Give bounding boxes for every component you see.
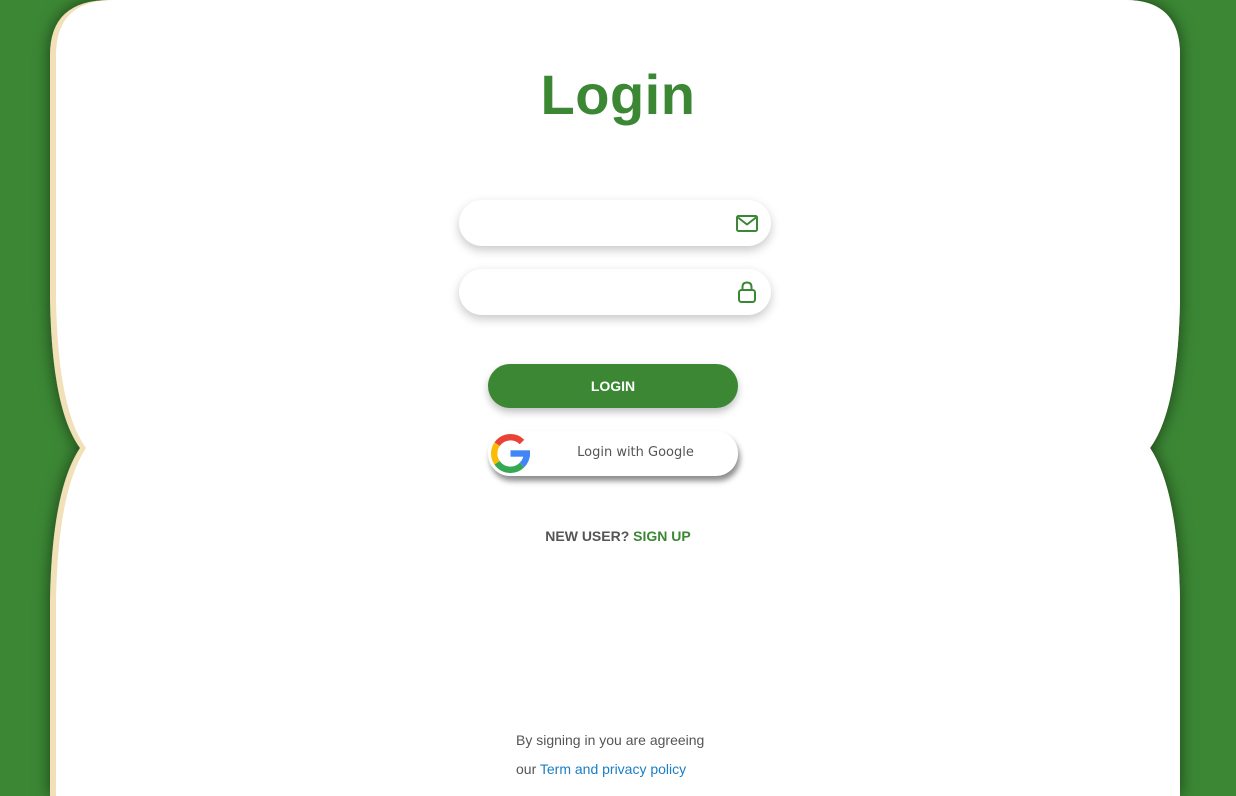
mail-icon xyxy=(735,213,759,235)
password-field[interactable] xyxy=(459,269,771,317)
terms-line-1: By signing in you are agreeing xyxy=(516,732,705,748)
lock-icon xyxy=(735,281,759,304)
google-button-label: Login with Google xyxy=(577,445,694,460)
terms-line-2: our Term and privacy policy xyxy=(516,755,704,784)
terms-notice: By signing in you are agreeing our Term … xyxy=(516,726,704,784)
password-input[interactable] xyxy=(479,269,733,317)
email-input[interactable] xyxy=(479,200,733,248)
email-field[interactable] xyxy=(459,200,771,248)
page-title: Login xyxy=(540,63,696,126)
new-user-text: NEW USER? xyxy=(545,528,630,544)
signup-prompt: NEW USER? SIGN UP xyxy=(0,528,1236,544)
terms-privacy-link[interactable]: Term and privacy policy xyxy=(540,761,686,777)
sign-up-link[interactable]: SIGN UP xyxy=(633,528,691,544)
login-button[interactable]: LOGIN xyxy=(488,364,738,408)
google-icon xyxy=(488,431,533,476)
terms-prefix: our xyxy=(516,761,537,777)
google-login-button[interactable]: Login with Google xyxy=(488,431,738,476)
